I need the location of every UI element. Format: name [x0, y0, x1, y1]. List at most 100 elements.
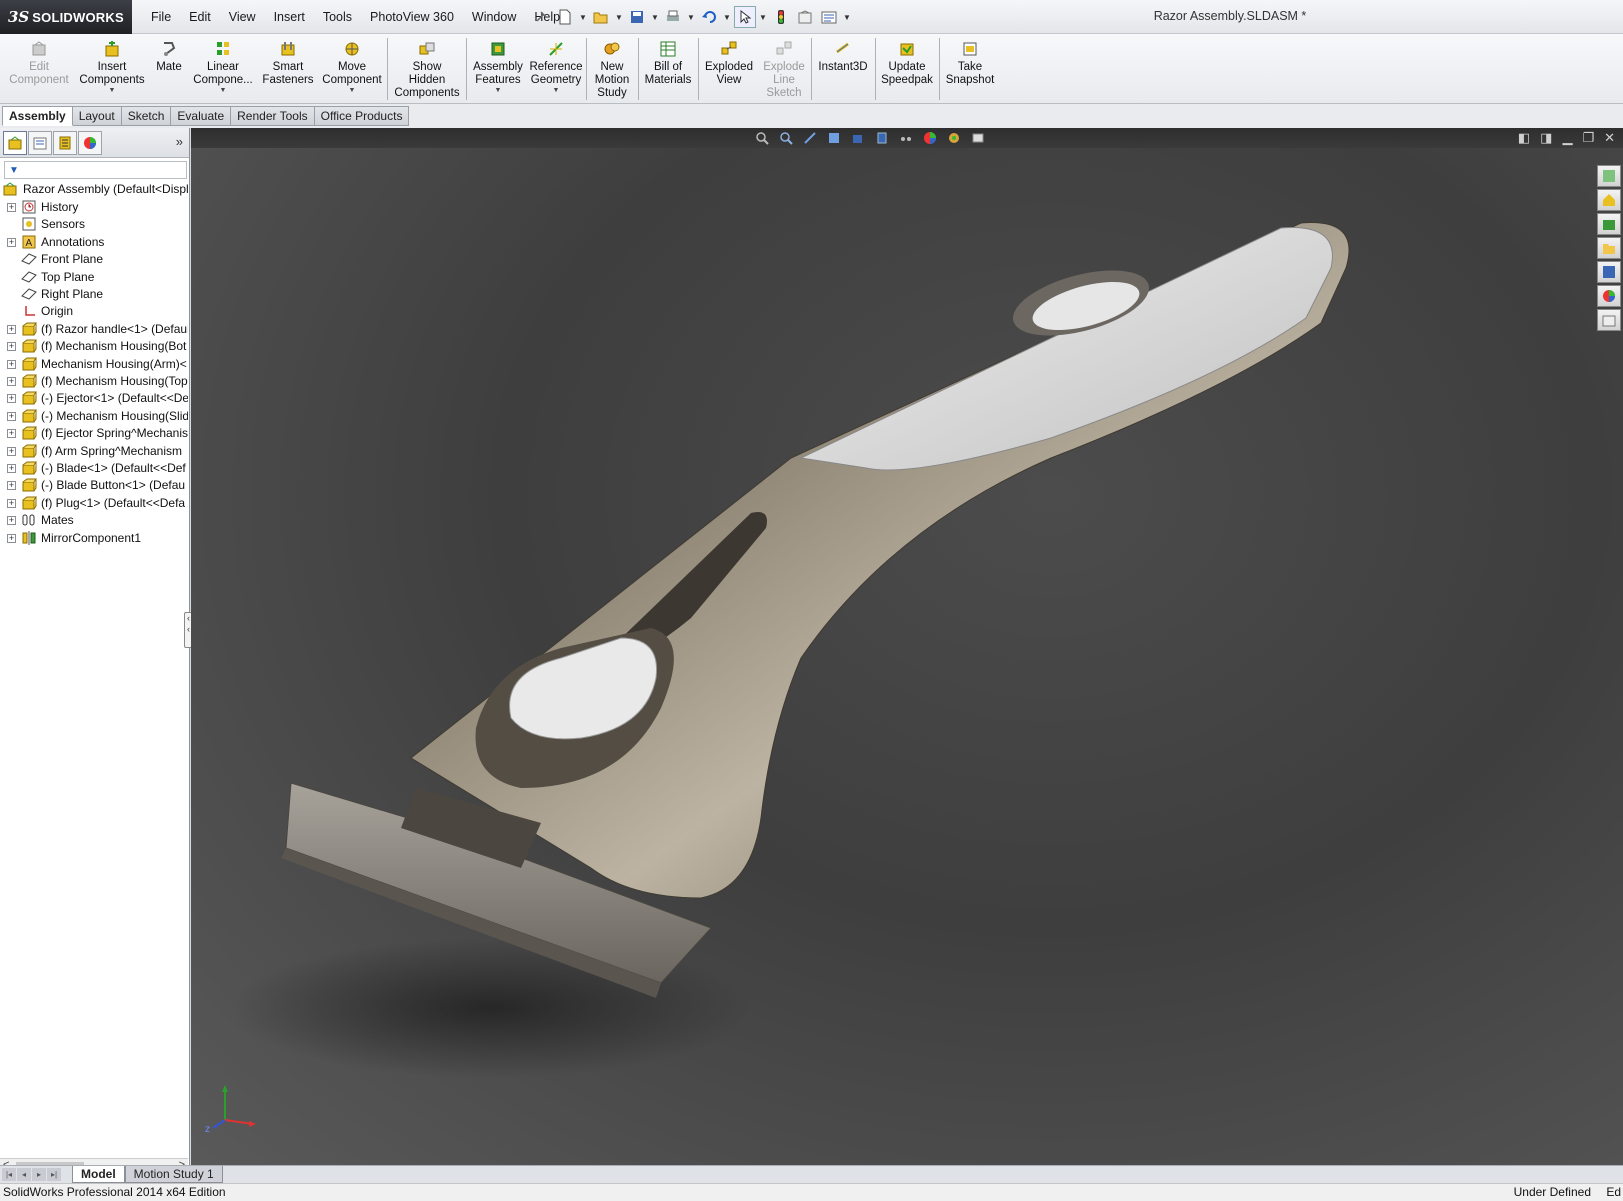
tree-root[interactable]: Razor Assembly (Default<Displ: [0, 180, 188, 198]
tree-item[interactable]: + (f) Razor handle<1> (Defaul: [0, 320, 188, 338]
file-properties-icon[interactable]: [794, 6, 816, 28]
tree-item[interactable]: Top Plane: [0, 268, 188, 286]
scenes-icon[interactable]: [1597, 285, 1621, 307]
tree-item[interactable]: + (f) Ejector Spring^Mechanis: [0, 424, 188, 442]
reference-geometry-button[interactable]: Reference Geometry ▼: [528, 36, 584, 102]
appearances-icon[interactable]: [1597, 261, 1621, 283]
expand-toggle-icon[interactable]: +: [7, 481, 16, 491]
assembly-features-button[interactable]: Assembly Features ▼: [468, 36, 528, 102]
save-icon[interactable]: [626, 6, 648, 28]
tab-evaluate[interactable]: Evaluate: [171, 106, 232, 126]
property-manager-tab-icon[interactable]: [28, 130, 52, 155]
new-motion-study-button[interactable]: New Motion Study: [588, 36, 636, 102]
reference-geometry-dropdown-icon[interactable]: ▼: [553, 87, 560, 95]
file-explorer-icon[interactable]: [1597, 213, 1621, 235]
tab-render-tools[interactable]: Render Tools: [231, 106, 315, 126]
expand-toggle-icon[interactable]: +: [7, 377, 16, 386]
view-orientation-icon[interactable]: [850, 130, 866, 146]
tree-filter[interactable]: ▼: [4, 161, 187, 179]
custom-properties-icon[interactable]: [1597, 309, 1621, 331]
print-dropdown-icon[interactable]: ▼: [686, 13, 696, 22]
tree-item[interactable]: + (f) Plug<1> (Default<<Defa: [0, 494, 188, 512]
viewport-left-icon[interactable]: ◧: [1518, 130, 1530, 146]
next-tab-icon[interactable]: ▸: [32, 1168, 46, 1181]
menu-insert[interactable]: Insert: [265, 10, 314, 24]
bill-of-materials-button[interactable]: Bill of Materials: [640, 36, 696, 102]
tree-item[interactable]: Sensors: [0, 215, 188, 233]
minimize-icon[interactable]: ▁: [1562, 130, 1572, 146]
edit-appearance-icon[interactable]: [922, 130, 938, 146]
menu-view[interactable]: View: [220, 10, 265, 24]
take-snapshot-button[interactable]: Take Snapshot: [940, 36, 1000, 102]
new-document-icon[interactable]: [554, 6, 576, 28]
tree-item[interactable]: + (f) Mechanism Housing(Bot: [0, 337, 188, 355]
expand-panel-icon[interactable]: »: [176, 134, 183, 149]
feature-manager-tab-icon[interactable]: [3, 130, 27, 155]
update-speedpak-button[interactable]: Update Speedpak: [876, 36, 938, 102]
open-folder-icon[interactable]: [590, 6, 612, 28]
select-dropdown-icon[interactable]: ▼: [758, 13, 768, 22]
tree-item[interactable]: + (-) Mechanism Housing(Slid: [0, 407, 188, 425]
mate-button[interactable]: Mate: [148, 36, 190, 102]
new-dropdown-icon[interactable]: ▼: [578, 13, 588, 22]
hide-show-items-icon[interactable]: [898, 130, 914, 146]
tab-layout[interactable]: Layout: [72, 106, 122, 126]
expand-toggle-icon[interactable]: +: [7, 533, 16, 543]
assembly-features-dropdown-icon[interactable]: ▼: [495, 87, 502, 95]
tree-item[interactable]: Front Plane: [0, 250, 188, 268]
exploded-view-button[interactable]: Exploded View: [700, 36, 758, 102]
tree-item[interactable]: + (f) Mechanism Housing(Top: [0, 372, 188, 390]
expand-toggle-icon[interactable]: +: [7, 446, 16, 456]
expand-toggle-icon[interactable]: +: [7, 359, 16, 369]
expand-toggle-icon[interactable]: +: [7, 203, 16, 212]
restore-icon[interactable]: ❐: [1582, 130, 1594, 146]
tree-item[interactable]: + (-) Blade<1> (Default<<Def: [0, 459, 188, 477]
expand-toggle-icon[interactable]: +: [7, 411, 16, 421]
prev-tab-icon[interactable]: ◂: [17, 1168, 31, 1181]
linear-component-pattern-button[interactable]: Linear Compone... ▼: [190, 36, 256, 102]
last-tab-icon[interactable]: ▸|: [47, 1168, 61, 1181]
tree-item[interactable]: + (-) Ejector<1> (Default<<De: [0, 389, 188, 407]
display-style-icon[interactable]: [874, 130, 890, 146]
solidworks-resources-icon[interactable]: [1597, 165, 1621, 187]
tab-model[interactable]: Model: [72, 1166, 125, 1183]
tree-item[interactable]: + (f) Arm Spring^Mechanism: [0, 442, 188, 460]
insert-components-button[interactable]: Insert Components ▼: [76, 36, 148, 102]
tab-assembly[interactable]: Assembly: [2, 106, 73, 126]
print-icon[interactable]: [662, 6, 684, 28]
viewport-right-icon[interactable]: ◨: [1540, 130, 1552, 146]
menu-edit[interactable]: Edit: [180, 10, 220, 24]
expand-toggle-icon[interactable]: +: [7, 237, 16, 247]
insert-components-dropdown-icon[interactable]: ▼: [109, 87, 116, 95]
menu-photoview[interactable]: PhotoView 360: [361, 10, 463, 24]
expand-toggle-icon[interactable]: +: [7, 342, 16, 352]
menu-window[interactable]: Window: [463, 10, 525, 24]
undo-icon[interactable]: [698, 6, 720, 28]
graphics-area[interactable]: ◧ ◨ ▁ ❐ ✕ z: [191, 128, 1623, 1174]
pin-icon[interactable]: [530, 6, 552, 28]
edit-component-button[interactable]: Edit Component: [4, 36, 74, 102]
tree-item[interactable]: + A Annotations: [0, 233, 188, 251]
tree-item[interactable]: + (-) Blade Button<1> (Defau: [0, 476, 188, 494]
move-component-button[interactable]: Move Component ▼: [320, 36, 384, 102]
menu-tools[interactable]: Tools: [314, 10, 361, 24]
smart-fasteners-button[interactable]: Smart Fasteners: [256, 36, 320, 102]
tree-item[interactable]: + Mechanism Housing(Arm)<: [0, 355, 188, 373]
tab-sketch[interactable]: Sketch: [121, 106, 172, 126]
expand-toggle-icon[interactable]: +: [7, 516, 16, 526]
open-dropdown-icon[interactable]: ▼: [614, 13, 624, 22]
rebuild-icon[interactable]: [770, 6, 792, 28]
expand-toggle-icon[interactable]: +: [7, 394, 16, 404]
tab-motion-study-1[interactable]: Motion Study 1: [124, 1166, 223, 1183]
options-dropdown-icon[interactable]: ▼: [842, 13, 852, 22]
zoom-to-area-icon[interactable]: [778, 130, 794, 146]
menu-file[interactable]: File: [142, 10, 180, 24]
view-palette-icon[interactable]: [1597, 237, 1621, 259]
expand-toggle-icon[interactable]: +: [7, 498, 16, 508]
instant3d-button[interactable]: Instant3D: [812, 36, 874, 102]
previous-view-icon[interactable]: [802, 130, 818, 146]
close-icon[interactable]: ✕: [1604, 130, 1615, 146]
expand-toggle-icon[interactable]: +: [7, 324, 16, 334]
options-icon[interactable]: [818, 6, 840, 28]
move-component-dropdown-icon[interactable]: ▼: [349, 87, 356, 95]
